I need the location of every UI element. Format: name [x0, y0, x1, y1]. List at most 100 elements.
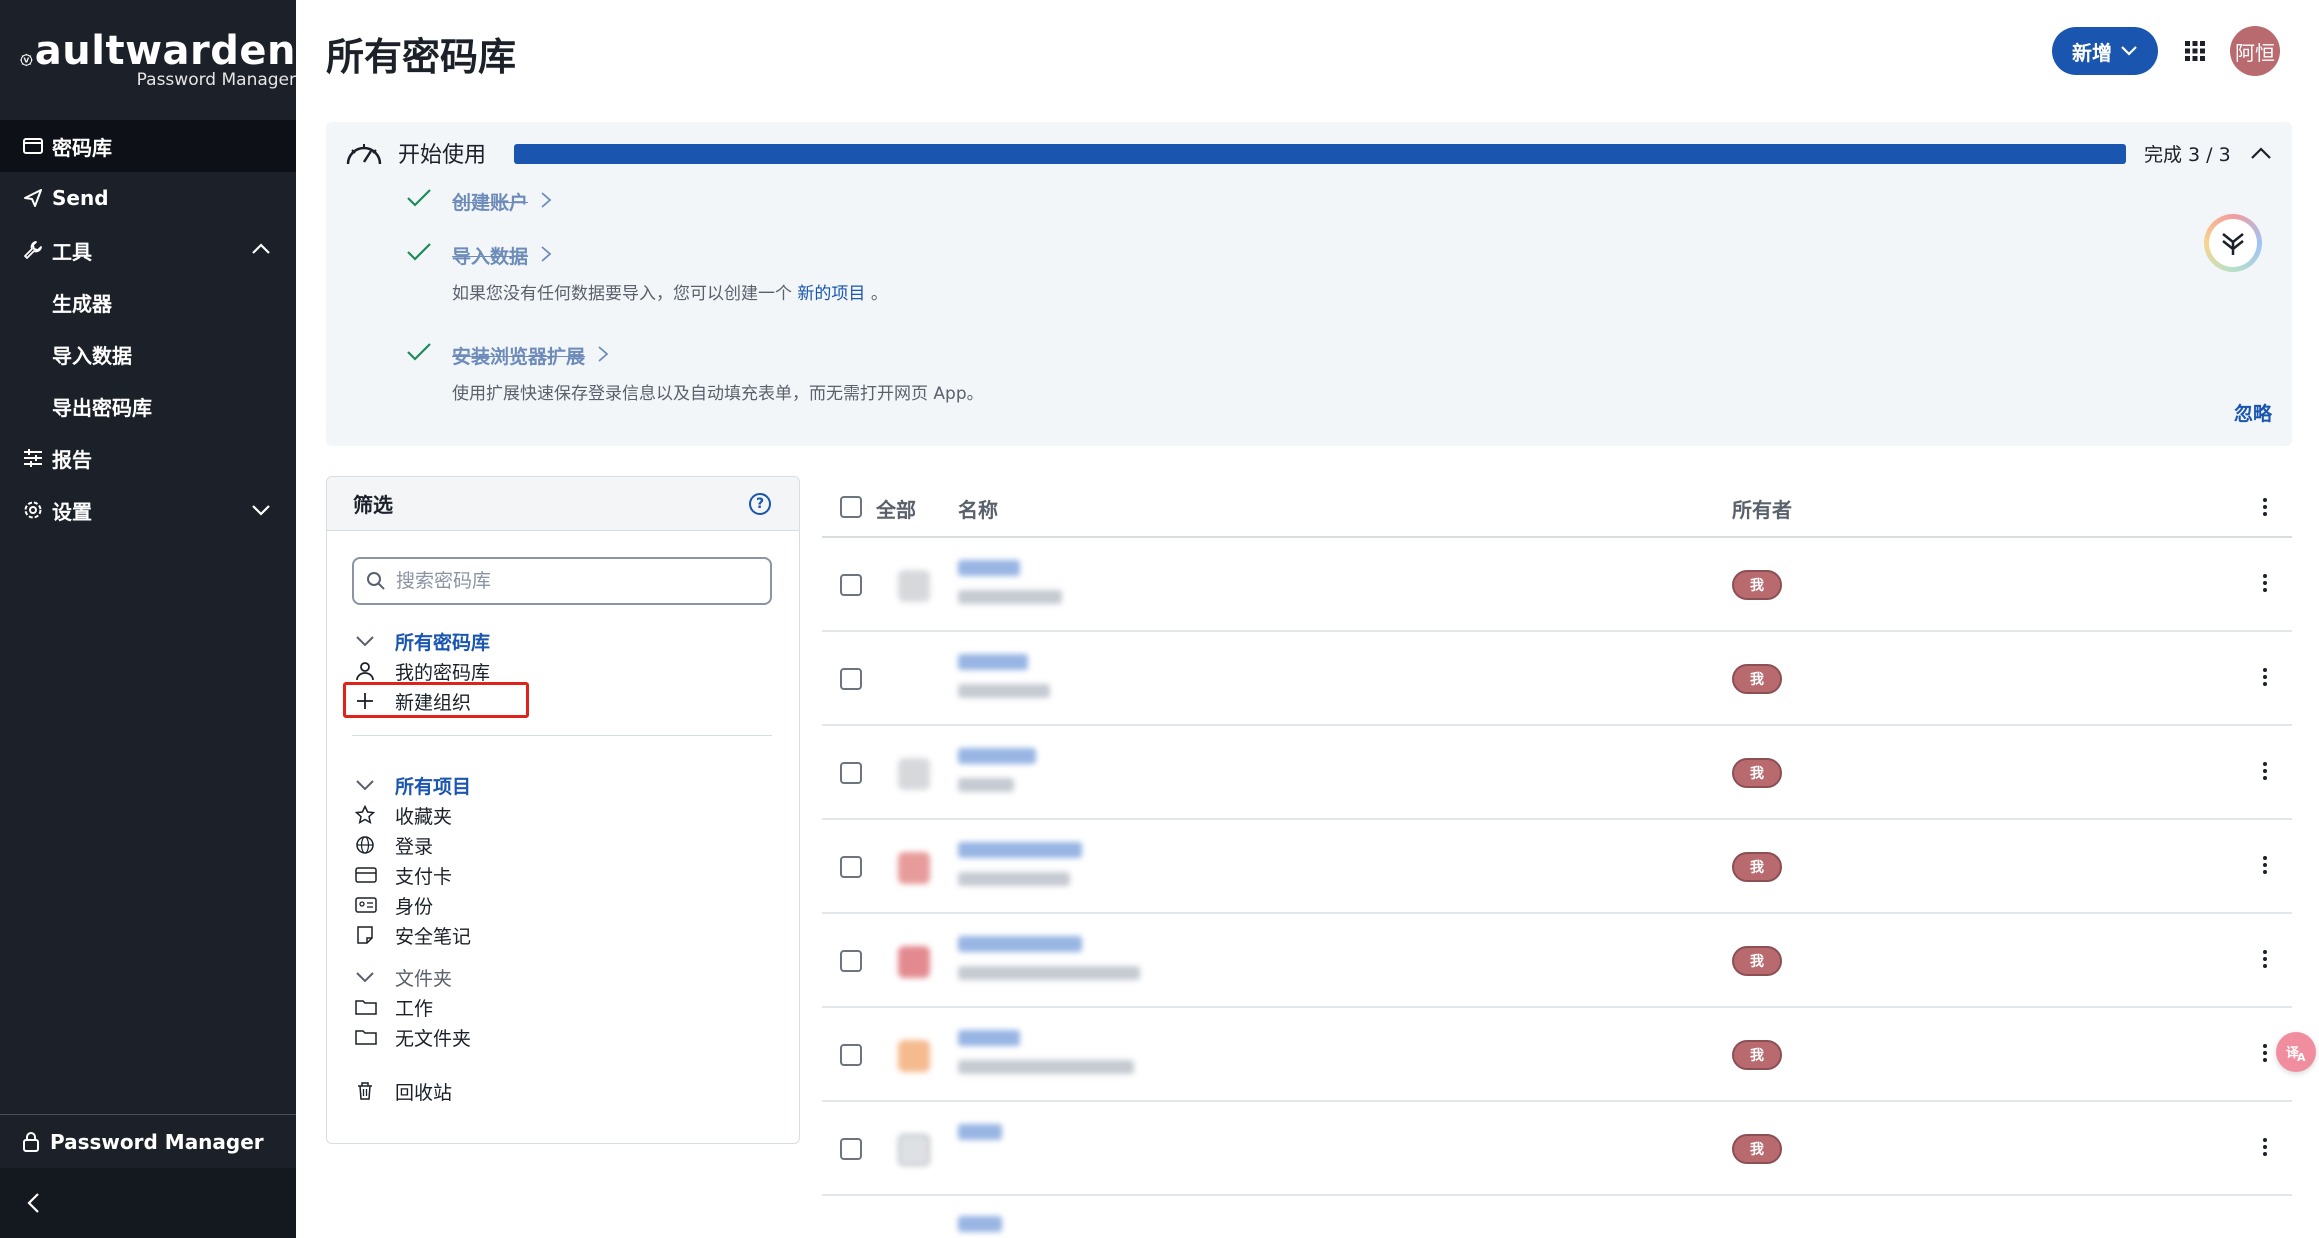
new-button-label: 新增 [2072, 40, 2112, 65]
row-checkbox[interactable] [840, 574, 862, 596]
filter-favorites[interactable]: 收藏夹 [355, 801, 452, 829]
filter-folders[interactable]: 文件夹 [355, 963, 452, 991]
sidebar-item-export[interactable]: 导出密码库 [0, 380, 296, 432]
product-switcher-password-manager[interactable]: Password Manager [0, 1114, 296, 1168]
folder-icon [355, 1028, 381, 1046]
getting-started-progress [514, 144, 2126, 164]
column-name[interactable]: 名称 [958, 494, 998, 523]
row-checkbox[interactable] [840, 1044, 862, 1066]
row-options-icon[interactable] [2261, 856, 2269, 874]
help-icon[interactable]: ? [749, 493, 771, 515]
filter-identity[interactable]: 身份 [355, 891, 433, 919]
filter-all-vaults[interactable]: 所有密码库 [355, 627, 490, 655]
vault-icon [22, 135, 44, 157]
new-item-button[interactable]: 新增 [2052, 27, 2158, 75]
lock-icon [22, 1131, 40, 1153]
user-avatar[interactable]: 阿恒 [2230, 26, 2280, 76]
step-create-account[interactable]: 创建账户 [406, 188, 553, 215]
row-options-icon[interactable] [2261, 668, 2269, 686]
sidebar-item-label: 密码库 [52, 135, 112, 160]
table-row[interactable]: 我 [822, 914, 2292, 1008]
select-all-label[interactable]: 全部 [876, 494, 916, 523]
row-checkbox[interactable] [840, 856, 862, 878]
filter-card[interactable]: 支付卡 [355, 861, 452, 889]
item-name-redacted[interactable] [958, 1124, 1002, 1140]
sidebar-item-import[interactable]: 导入数据 [0, 328, 296, 380]
step-import-data[interactable]: 导入数据 如果您没有任何数据要导入，您可以创建一个 新的项目 。 [406, 242, 888, 304]
filter-folder-work[interactable]: 工作 [355, 993, 433, 1021]
speedometer-icon [346, 144, 382, 165]
collapse-sidebar-button[interactable] [0, 1168, 296, 1238]
sidebar: V aultwarden Password Manager 密码库 Send 工… [0, 0, 296, 1238]
row-options-icon[interactable] [2261, 1138, 2269, 1156]
check-icon [407, 343, 431, 361]
sidebar-item-settings[interactable]: 设置 [0, 484, 296, 536]
getting-started-status: 完成 3 / 3 [2144, 144, 2231, 166]
translate-icon[interactable]: 译A [2276, 1032, 2316, 1072]
search-vault-field[interactable] [352, 557, 772, 605]
id-card-icon [355, 897, 381, 913]
sidebar-item-send[interactable]: Send [0, 172, 296, 224]
row-options-icon[interactable] [2261, 1044, 2269, 1062]
table-row[interactable] [822, 1196, 2292, 1236]
item-name-redacted[interactable] [958, 1030, 1020, 1046]
search-input[interactable] [396, 570, 756, 592]
table-row[interactable]: 我 [822, 726, 2292, 820]
sidebar-item-vaults[interactable]: 密码库 [0, 120, 296, 172]
sidebar-item-tools[interactable]: 工具 [0, 224, 296, 276]
credit-card-icon [355, 867, 381, 883]
sidebar-item-reports[interactable]: 报告 [0, 432, 296, 484]
step-install-extension[interactable]: 安装浏览器扩展 使用扩展快速保存登录信息以及自动填充表单，而无需打开网页 App… [406, 342, 984, 404]
filter-my-vault[interactable]: 我的密码库 [355, 657, 490, 685]
check-icon [407, 243, 431, 261]
row-checkbox[interactable] [840, 950, 862, 972]
shield-gear-icon: V [20, 53, 33, 67]
svg-text:A: A [2297, 1051, 2306, 1063]
dismiss-link[interactable]: 忽略 [2234, 399, 2272, 426]
row-options-icon[interactable] [2261, 950, 2269, 968]
item-name-redacted[interactable] [958, 748, 1036, 764]
item-name-redacted[interactable] [958, 842, 1082, 858]
table-row[interactable]: 我 [822, 632, 2292, 726]
sliders-icon [22, 447, 44, 469]
row-checkbox[interactable] [840, 1138, 862, 1160]
item-name-redacted[interactable] [958, 560, 1020, 576]
chevron-down-icon [355, 778, 381, 792]
filter-trash[interactable]: 回收站 [355, 1077, 452, 1105]
item-name-redacted[interactable] [958, 1216, 1002, 1232]
table-row[interactable]: 我 [822, 538, 2292, 632]
send-icon [22, 187, 44, 209]
table-row[interactable]: 我 [822, 820, 2292, 914]
filter-login[interactable]: 登录 [355, 831, 433, 859]
chevron-up-icon[interactable] [2250, 144, 2272, 164]
filter-all-items[interactable]: 所有项目 [355, 771, 471, 799]
filter-folder-none[interactable]: 无文件夹 [355, 1023, 471, 1051]
new-item-link[interactable]: 新的项目 [797, 284, 865, 304]
sidebar-item-label: 生成器 [52, 291, 112, 316]
table-options-icon[interactable] [2261, 498, 2269, 516]
item-subtitle-redacted [958, 966, 1140, 980]
column-owner[interactable]: 所有者 [1732, 494, 1792, 523]
owner-badge: 我 [1732, 758, 1782, 788]
filter-secure-note[interactable]: 安全笔记 [355, 921, 471, 949]
sidebar-item-generator[interactable]: 生成器 [0, 276, 296, 328]
filter-label: 所有项目 [395, 775, 472, 798]
select-all-checkbox[interactable] [840, 496, 862, 518]
chevron-down-icon [252, 505, 270, 516]
filter-label: 回收站 [395, 1081, 453, 1104]
browser-extension-icon[interactable] [2204, 214, 2262, 272]
chevron-right-icon [541, 246, 552, 262]
vaultwarden-logo[interactable]: V aultwarden Password Manager [0, 0, 296, 120]
search-icon [367, 572, 385, 590]
table-row[interactable]: 我 [822, 1102, 2292, 1196]
row-options-icon[interactable] [2261, 762, 2269, 780]
item-name-redacted[interactable] [958, 936, 1082, 952]
table-row[interactable]: 我 [822, 1008, 2292, 1102]
row-checkbox[interactable] [840, 668, 862, 690]
row-checkbox[interactable] [840, 762, 862, 784]
row-options-icon[interactable] [2261, 574, 2269, 592]
step-title: 创建账户 [452, 192, 529, 214]
item-name-redacted[interactable] [958, 654, 1028, 670]
app-switcher-icon[interactable] [2184, 40, 2206, 62]
user-icon [355, 661, 381, 681]
